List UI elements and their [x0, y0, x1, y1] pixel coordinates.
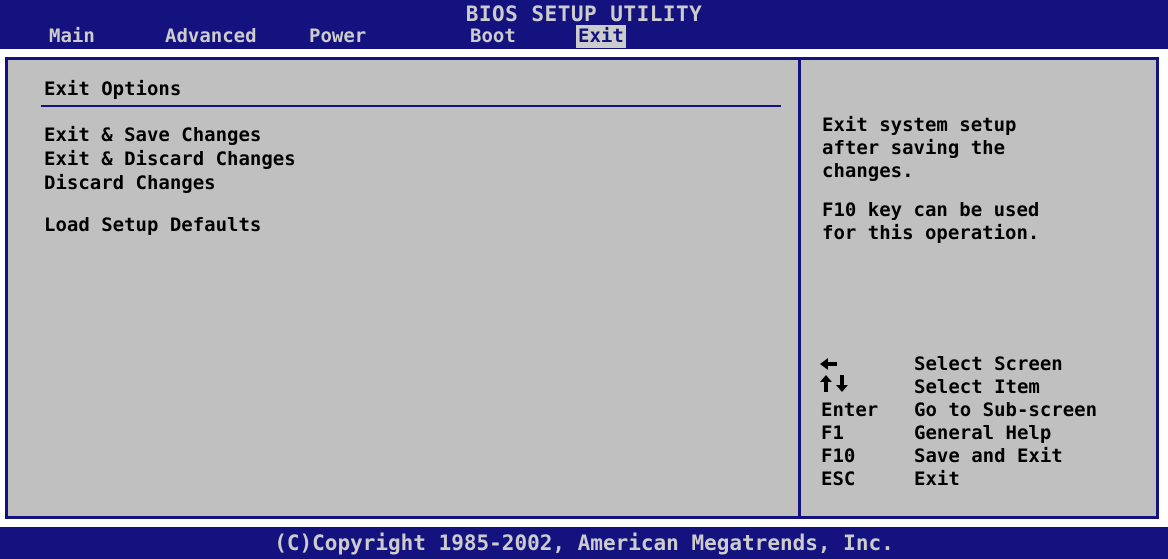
key-desc-select-screen: Select Screen [914, 353, 1063, 375]
copyright-text: (C)Copyright 1985-2002, American Megatre… [274, 531, 894, 555]
key-desc-exit: Exit [914, 468, 960, 490]
pane-divider [798, 60, 801, 516]
menu-item-load-defaults[interactable]: Load Setup Defaults [44, 213, 261, 237]
menu-item-exit-save[interactable]: Exit & Save Changes [44, 123, 261, 147]
help-text-line: Exit system setup [822, 114, 1017, 136]
key-label-esc: ESC [821, 468, 856, 490]
tab-advanced[interactable]: Advanced [163, 25, 259, 48]
key-label-enter: Enter [821, 399, 879, 421]
menu-item-discard-changes[interactable]: Discard Changes [44, 171, 216, 195]
up-down-arrows-icon [820, 375, 850, 397]
main-panel: Exit Options Exit & Save Changes Exit & … [5, 57, 1159, 519]
key-desc-save-exit: Save and Exit [914, 445, 1063, 467]
key-desc-general-help: General Help [914, 422, 1052, 444]
menu-item-exit-discard[interactable]: Exit & Discard Changes [44, 147, 296, 171]
help-text-line: F10 key can be used [822, 199, 1040, 221]
tab-exit[interactable]: Exit [576, 25, 626, 48]
key-desc-select-item: Select Item [914, 376, 1040, 398]
top-bar: BIOS SETUP UTILITY Main Advanced Power B… [0, 0, 1168, 49]
help-text-line: changes. [822, 160, 914, 182]
section-divider [41, 105, 781, 107]
tab-power[interactable]: Power [307, 25, 368, 48]
bios-title: BIOS SETUP UTILITY [465, 2, 703, 26]
key-desc-sub-screen: Go to Sub-screen [914, 399, 1098, 421]
bios-screen: BIOS SETUP UTILITY Main Advanced Power B… [0, 0, 1168, 559]
left-arrow-icon [820, 356, 838, 375]
help-text-line: for this operation. [822, 222, 1040, 244]
tab-boot[interactable]: Boot [468, 25, 518, 48]
help-text-line: after saving the [822, 137, 1006, 159]
key-label-f10: F10 [821, 445, 856, 467]
tab-main[interactable]: Main [47, 25, 97, 48]
key-label-f1: F1 [821, 422, 844, 444]
bottom-bar: (C)Copyright 1985-2002, American Megatre… [0, 527, 1168, 559]
section-title: Exit Options [44, 78, 182, 100]
